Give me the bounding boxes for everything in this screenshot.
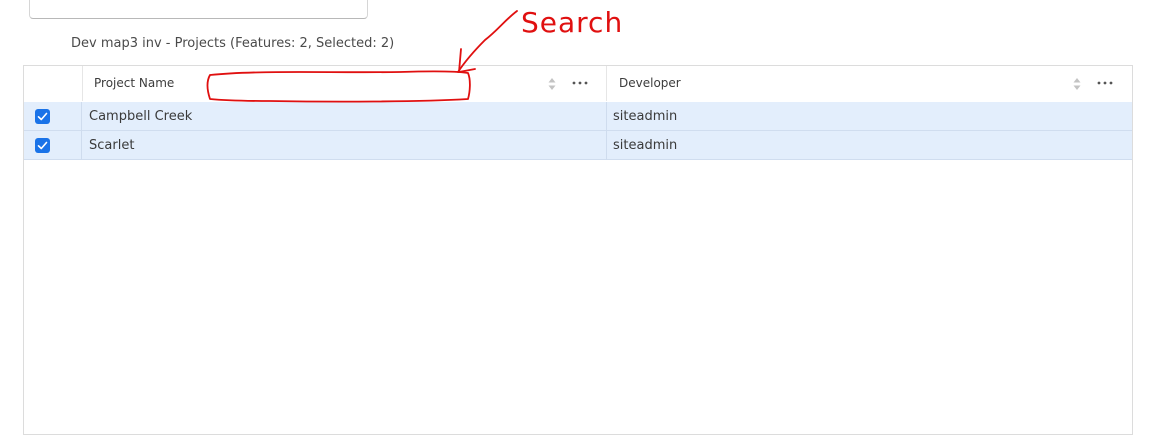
row-checkbox[interactable] [35, 138, 50, 153]
top-input-field[interactable] [29, 0, 368, 19]
table-row[interactable]: Campbell Creek siteadmin [24, 102, 1132, 131]
cell-developer: siteadmin [607, 131, 1132, 160]
cell-project-name: Campbell Creek [82, 102, 607, 131]
search-annotation-label: Search [521, 6, 623, 39]
checkmark-icon [37, 112, 48, 121]
cell-developer: siteadmin [607, 102, 1132, 131]
checkmark-icon [37, 141, 48, 150]
column-header-developer[interactable]: Developer [607, 66, 1132, 101]
project-name-text: Campbell Creek [89, 109, 193, 124]
layer-title: Dev map3 inv - Projects (Features: 2, Se… [71, 36, 395, 51]
more-options-icon[interactable] [1094, 75, 1116, 91]
sort-icon[interactable] [547, 76, 557, 90]
select-all-header [24, 66, 83, 101]
cell-project-name: Scarlet [82, 131, 607, 160]
developer-text: siteadmin [613, 138, 678, 153]
sort-icon[interactable] [1072, 76, 1082, 90]
column-header-project-name[interactable]: Project Name [82, 66, 607, 101]
table-header: Project Name Developer [24, 66, 1132, 101]
project-name-text: Scarlet [89, 138, 135, 153]
column-label-project-name: Project Name [94, 76, 175, 90]
row-select-cell [24, 131, 82, 160]
table-row[interactable]: Scarlet siteadmin [24, 131, 1132, 160]
annotation-arrow [457, 10, 518, 73]
attribute-table: Project Name Developer Campbell Creek si… [23, 65, 1133, 435]
column-label-developer: Developer [619, 76, 681, 90]
row-checkbox[interactable] [35, 109, 50, 124]
row-select-cell [24, 102, 82, 131]
more-options-icon[interactable] [569, 75, 591, 91]
developer-text: siteadmin [613, 109, 678, 124]
